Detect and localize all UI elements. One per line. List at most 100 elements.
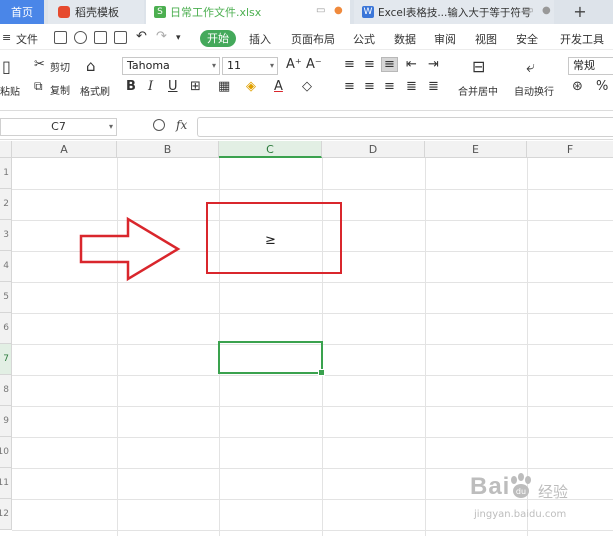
row-header[interactable]: 4 — [0, 251, 12, 282]
paste-icon[interactable]: ▯ — [2, 57, 11, 76]
menu-bar: ≡ 文件 ↶ ↷ ▾ 开始 插入 页面布局 公式 数据 审阅 视图 安全 开发工… — [0, 26, 613, 50]
menu-data[interactable]: 数据 — [394, 31, 416, 47]
grid-line — [12, 282, 613, 283]
menu-file[interactable]: 文件 — [16, 31, 38, 47]
column-header-e[interactable]: E — [425, 141, 527, 158]
row-header[interactable]: 9 — [0, 406, 12, 437]
zoom-icon[interactable] — [153, 119, 165, 131]
format-painter-label[interactable]: 格式刷 — [80, 83, 110, 98]
row-number: 7 — [3, 354, 9, 364]
bold-button[interactable]: B — [126, 79, 136, 94]
ribbon-toolbar: ▯ 粘贴 ✂ 剪切 ⧉ 复制 ⌂ 格式刷 Tahoma ▾ 11 ▾ A⁺ A⁻… — [0, 51, 613, 111]
undo-icon[interactable]: ↶ — [136, 29, 147, 44]
menu-page-layout[interactable]: 页面布局 — [291, 31, 335, 47]
row-header[interactable]: 6 — [0, 313, 12, 344]
column-header-c[interactable]: C — [219, 141, 322, 158]
formula-input[interactable] — [197, 117, 613, 137]
grow-font-button[interactable]: A⁺ — [286, 57, 302, 72]
find-icon[interactable] — [114, 31, 127, 44]
row-header[interactable]: 12 — [0, 499, 12, 530]
underline-button[interactable]: U — [168, 79, 178, 94]
indent-decrease-icon[interactable]: ⇤ — [406, 57, 417, 72]
redo-icon[interactable]: ↷ — [156, 29, 167, 44]
save-icon[interactable] — [54, 31, 67, 44]
format-painter-icon[interactable]: ⌂ — [86, 57, 96, 75]
menu-view[interactable]: 视图 — [475, 31, 497, 47]
merge-center-icon[interactable]: ⊟ — [472, 57, 485, 76]
row-header[interactable]: 5 — [0, 282, 12, 313]
font-size-select[interactable]: 11 ▾ — [222, 57, 278, 75]
font-name-value: Tahoma — [127, 59, 170, 72]
document-file-icon: W — [362, 6, 374, 18]
fill-pattern-icon[interactable]: ▦ — [218, 79, 230, 94]
number-format-select[interactable]: 常规 — [568, 57, 613, 75]
menu-formulas[interactable]: 公式 — [353, 31, 375, 47]
distribute-icon[interactable]: ≣ — [428, 79, 439, 94]
hamburger-icon[interactable]: ≡ — [2, 31, 11, 44]
menu-insert[interactable]: 插入 — [249, 31, 271, 47]
align-middle-icon[interactable]: ≡ — [364, 57, 375, 72]
merge-center-label[interactable]: 合并居中 — [458, 83, 498, 98]
menu-start[interactable]: 开始 — [200, 30, 236, 47]
align-left-icon[interactable]: ≡ — [344, 79, 355, 94]
name-box[interactable]: C7 ▾ — [0, 118, 117, 136]
new-tab-button[interactable]: + — [570, 2, 590, 22]
watermark-sub: 经验 — [538, 483, 569, 501]
row-number: 3 — [3, 230, 9, 240]
menu-developer[interactable]: 开发工具 — [560, 31, 604, 47]
selected-cell-c7[interactable] — [218, 341, 325, 376]
font-color-icon[interactable]: A — [274, 79, 283, 94]
cut-label[interactable]: 剪切 — [50, 59, 70, 74]
justify-icon[interactable]: ≣ — [406, 79, 417, 94]
wps-spreadsheet-window: 首页 稻壳模板 S 日常工作文件.xlsx ▭ ● W Excel表格技...输… — [0, 0, 613, 536]
column-header-b[interactable]: B — [117, 141, 219, 158]
print-preview-icon[interactable] — [74, 31, 87, 44]
tab-home[interactable]: 首页 — [0, 0, 44, 24]
more-icon[interactable]: ▾ — [176, 33, 181, 43]
percent-icon[interactable]: % — [596, 79, 608, 94]
insert-function-button[interactable]: fx — [176, 118, 187, 132]
copy-label[interactable]: 复制 — [50, 82, 70, 97]
grid-line — [117, 158, 118, 536]
indent-increase-icon[interactable]: ⇥ — [428, 57, 439, 72]
copy-icon[interactable]: ⧉ — [34, 79, 43, 94]
row-header[interactable]: 1 — [0, 158, 12, 189]
name-box-value: C7 — [51, 120, 66, 133]
clear-format-icon[interactable]: ◇ — [302, 79, 312, 94]
column-header-f[interactable]: F — [527, 141, 613, 158]
align-center-icon[interactable]: ≡ — [364, 79, 375, 94]
paste-label[interactable]: 粘贴 — [0, 83, 20, 98]
row-header[interactable]: 8 — [0, 375, 12, 406]
monitor-icon-2[interactable]: ▭ — [524, 5, 533, 16]
unsaved-dot-icon: ● — [334, 5, 343, 16]
align-right-icon[interactable]: ≡ — [384, 79, 395, 94]
select-all-corner[interactable] — [0, 141, 12, 158]
row-number: 12 — [0, 509, 9, 519]
wrap-text-label[interactable]: 自动换行 — [514, 83, 554, 98]
menu-security[interactable]: 安全 — [516, 31, 538, 47]
row-header[interactable]: 3 — [0, 220, 12, 251]
shrink-font-button[interactable]: A⁻ — [306, 57, 322, 72]
font-name-select[interactable]: Tahoma ▾ — [122, 57, 220, 75]
row-header-active[interactable]: 7 — [0, 344, 12, 375]
tab-daoke-templates[interactable]: 稻壳模板 — [48, 0, 144, 24]
border-icon[interactable]: ⊞ — [190, 79, 201, 94]
scissors-icon[interactable]: ✂ — [34, 57, 45, 72]
fill-color-icon[interactable]: ◈ — [246, 79, 256, 94]
menu-review[interactable]: 审阅 — [434, 31, 456, 47]
align-top-icon[interactable]: ≡ — [344, 57, 355, 72]
row-number: 5 — [3, 292, 9, 302]
column-header-d[interactable]: D — [322, 141, 425, 158]
italic-button[interactable]: I — [148, 79, 153, 94]
print-icon[interactable] — [94, 31, 107, 44]
row-header[interactable]: 11 — [0, 468, 12, 499]
currency-icon[interactable]: ⊛ — [572, 79, 583, 94]
wrap-text-icon[interactable]: ⤶ — [526, 57, 535, 77]
row-number: 4 — [3, 261, 9, 271]
column-header-a[interactable]: A — [12, 141, 117, 158]
row-header[interactable]: 2 — [0, 189, 12, 220]
tab-daoke-label: 稻壳模板 — [75, 6, 119, 19]
tab-bar: 首页 稻壳模板 S 日常工作文件.xlsx ▭ ● W Excel表格技...输… — [0, 0, 613, 24]
monitor-icon[interactable]: ▭ — [316, 5, 325, 16]
row-header[interactable]: 10 — [0, 437, 12, 468]
